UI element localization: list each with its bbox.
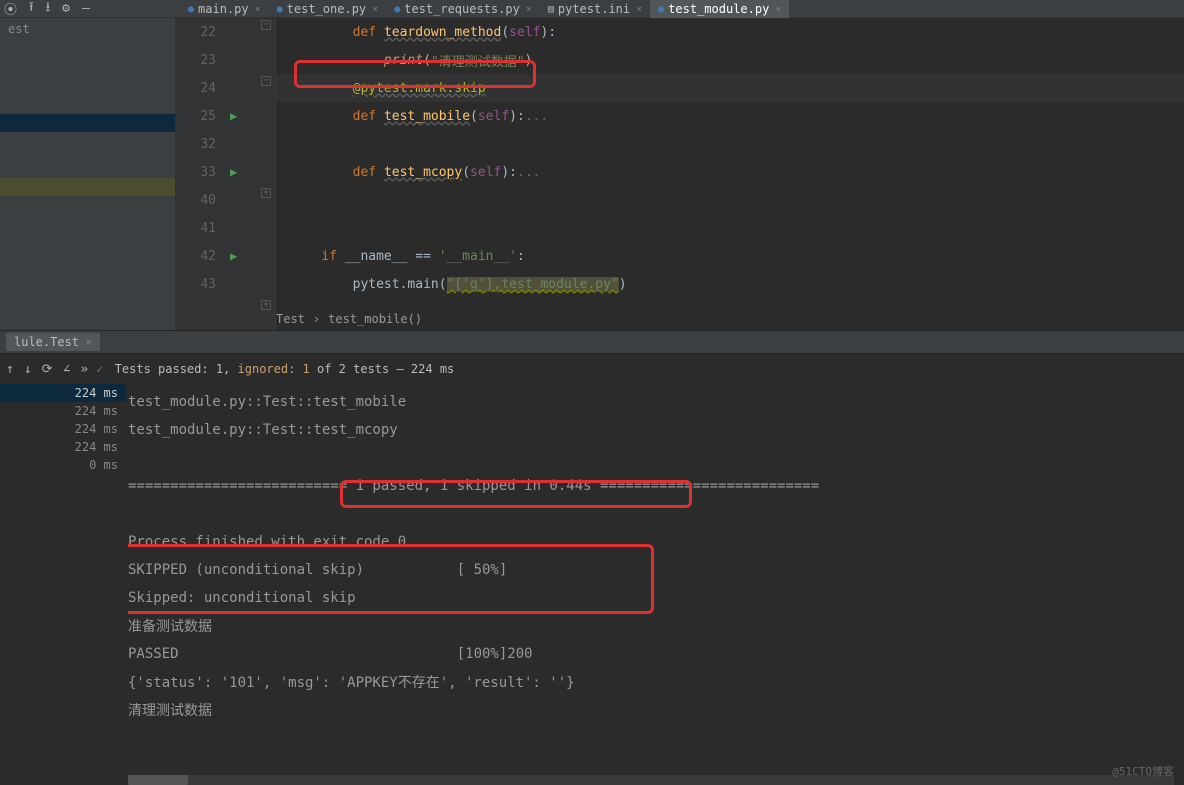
tab-testrequests[interactable]: ●test_requests.py× (386, 0, 540, 18)
rerun-icon[interactable]: ⟳ (42, 362, 53, 377)
expand-down-icon[interactable]: ↓ (24, 362, 32, 377)
main-area: est 22− 23− 24 25▶+ 32 33▶+ 40 41 42▶ 43… (0, 18, 1184, 330)
show-stats-icon[interactable]: ∠ (63, 362, 71, 377)
close-icon[interactable]: × (372, 4, 378, 15)
test-tree[interactable]: 224 ms 224 ms 224 ms 224 ms 0 ms (0, 384, 126, 474)
tree-row[interactable]: 224 ms (0, 420, 126, 438)
close-icon[interactable]: × (85, 335, 92, 349)
tab-testone[interactable]: ●test_one.py× (269, 0, 387, 18)
test-status: ✓ Tests passed: 1, ignored: 1 of 2 tests… (96, 362, 454, 376)
close-icon[interactable]: × (255, 4, 261, 15)
minimize-icon[interactable]: — (82, 1, 90, 16)
console-output[interactable]: test_module.py::Test::test_mobile test_m… (128, 388, 1174, 775)
sidebar-item-label: est (0, 18, 175, 40)
tab-main[interactable]: ●main.py× (180, 0, 269, 18)
run-icon[interactable]: ▶ (230, 249, 237, 263)
fold-icon[interactable]: + (261, 300, 271, 310)
tool-window-tab-bar: lule.Test× (0, 330, 1184, 354)
run-toolbar: ↑ ↓ ⟳ ∠ » ✓ Tests passed: 1, ignored: 1 … (0, 354, 1184, 384)
breadcrumb[interactable]: Test › test_mobile() (276, 308, 422, 330)
breadcrumb-item[interactable]: test_mobile() (328, 312, 422, 326)
close-icon[interactable]: × (775, 4, 781, 15)
chevron-right-icon: › (313, 312, 320, 326)
gutter: 22− 23− 24 25▶+ 32 33▶+ 40 41 42▶ 43 (176, 18, 276, 330)
more-icon[interactable]: » (80, 362, 88, 377)
sidebar-selected-row[interactable] (0, 114, 175, 132)
fold-icon[interactable]: − (261, 20, 271, 30)
gear-icon[interactable]: ⚙ (62, 1, 70, 16)
globe-icon[interactable]: ⦿ (4, 0, 17, 18)
breadcrumb-item[interactable]: Test (276, 312, 305, 326)
check-icon: ✓ (96, 362, 103, 376)
tree-row[interactable]: 0 ms (0, 456, 126, 474)
python-icon: ● (394, 4, 400, 15)
upload-icon[interactable]: ⭱ (29, 0, 34, 20)
tab-pytestini[interactable]: ▤pytest.ini× (540, 0, 650, 18)
horizontal-scrollbar[interactable] (128, 775, 1174, 785)
sidebar-highlighted-row[interactable] (0, 178, 175, 196)
python-icon: ● (188, 4, 194, 15)
run-icon[interactable]: ▶ (230, 109, 237, 123)
tree-row[interactable]: 224 ms (0, 438, 126, 456)
editor-tabs: ●main.py× ●test_one.py× ●test_requests.p… (180, 0, 789, 18)
tree-row[interactable]: 224 ms (0, 402, 126, 420)
download-icon[interactable]: ⭳ (46, 0, 51, 20)
scrollbar-thumb[interactable] (128, 775, 188, 785)
watermark: @51CTO博客 (1112, 763, 1174, 779)
close-icon[interactable]: × (526, 4, 532, 15)
code-area[interactable]: def teardown_method(self): print("清理测试数据… (276, 18, 1184, 330)
close-icon[interactable]: × (636, 4, 642, 15)
tab-testmodule[interactable]: ●test_module.py× (650, 0, 789, 18)
tool-tab-test[interactable]: lule.Test× (6, 333, 100, 351)
file-icon: ▤ (548, 4, 554, 15)
collapse-up-icon[interactable]: ↑ (6, 362, 14, 377)
run-icon[interactable]: ▶ (230, 165, 237, 179)
code-editor[interactable]: 22− 23− 24 25▶+ 32 33▶+ 40 41 42▶ 43 def… (176, 18, 1184, 330)
python-icon: ● (658, 4, 664, 15)
python-icon: ● (277, 4, 283, 15)
tree-row[interactable]: 224 ms (0, 384, 126, 402)
project-sidebar[interactable]: est (0, 18, 176, 330)
